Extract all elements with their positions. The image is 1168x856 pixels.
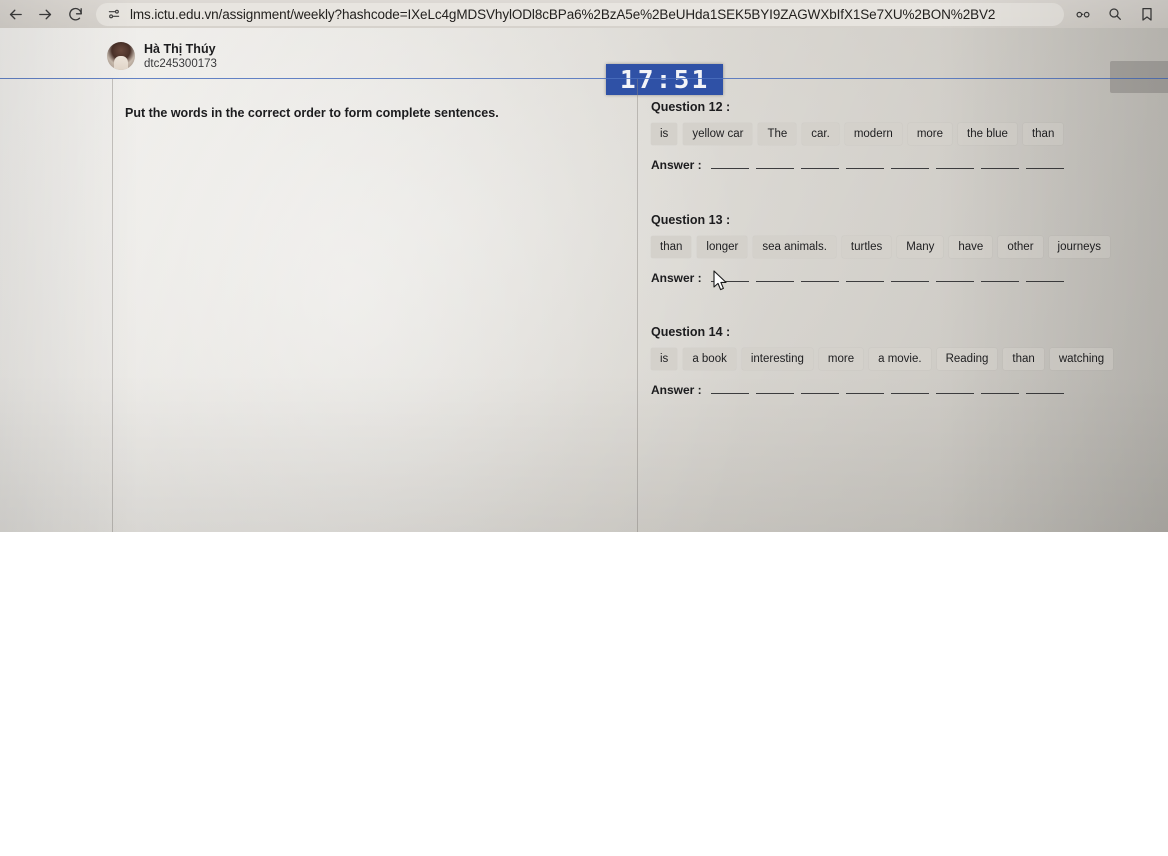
question-title: Question 13 :: [651, 213, 731, 227]
answer-blank[interactable]: [800, 167, 839, 169]
word-tile[interactable]: more: [907, 123, 953, 145]
question-block-12: Question 12 : is yellow car The car. mod…: [651, 100, 1064, 172]
word-tiles: than longer sea animals. turtles Many ha…: [651, 236, 1110, 258]
answer-label: Answer :: [651, 158, 702, 172]
question-block-14: Question 14 : is a book interesting more…: [651, 325, 1114, 397]
answer-blank[interactable]: [890, 392, 929, 394]
word-tile[interactable]: other: [998, 236, 1043, 258]
answer-blank[interactable]: [980, 280, 1019, 282]
user-name: Hà Thị Thúy: [144, 42, 216, 56]
answer-row: Answer :: [651, 271, 1110, 285]
url-text: lms.ictu.edu.vn/assignment/weekly?hashco…: [130, 6, 996, 22]
answer-blank[interactable]: [710, 392, 749, 394]
answer-blank[interactable]: [845, 392, 884, 394]
answer-blank[interactable]: [800, 392, 839, 394]
word-tile[interactable]: modern: [844, 123, 902, 145]
answer-blank[interactable]: [890, 280, 929, 282]
glasses-icon[interactable]: [1068, 1, 1098, 27]
answer-blank[interactable]: [935, 280, 974, 282]
answer-blank[interactable]: [800, 280, 839, 282]
answer-blank[interactable]: [845, 280, 884, 282]
word-tile[interactable]: a movie.: [869, 348, 931, 370]
word-tile[interactable]: is: [651, 123, 678, 145]
word-tile[interactable]: journeys: [1048, 236, 1110, 258]
word-tile[interactable]: yellow car: [683, 123, 753, 145]
photographed-screen-page: lms.ictu.edu.vn/assignment/weekly?hashco…: [0, 0, 1168, 856]
word-tile[interactable]: interesting: [741, 348, 813, 370]
user-profile[interactable]: Hà Thị Thúy dtc245300173: [107, 42, 217, 71]
answer-blank[interactable]: [1025, 280, 1064, 282]
answer-label: Answer :: [651, 271, 702, 285]
question-block-13: Question 13 : than longer sea animals. t…: [651, 213, 1110, 285]
question-title: Question 14 :: [651, 325, 731, 339]
word-tile[interactable]: car.: [802, 123, 839, 145]
word-tile[interactable]: have: [949, 236, 993, 258]
address-bar[interactable]: lms.ictu.edu.vn/assignment/weekly?hashco…: [96, 2, 1064, 26]
word-tile[interactable]: a book: [683, 348, 736, 370]
word-tile[interactable]: turtles: [841, 236, 892, 258]
answer-blank[interactable]: [980, 167, 1019, 169]
question-title: Question 12 :: [651, 100, 731, 114]
lms-header: Hà Thị Thúy dtc245300173 17:51: [0, 28, 1168, 95]
answer-blank[interactable]: [755, 167, 794, 169]
left-column-divider: [112, 79, 113, 532]
word-tile[interactable]: is: [651, 348, 678, 370]
word-tile[interactable]: sea animals.: [753, 236, 836, 258]
reload-icon[interactable]: [60, 1, 90, 27]
answer-blank[interactable]: [845, 167, 884, 169]
word-tile[interactable]: longer: [697, 236, 748, 258]
answer-blank[interactable]: [980, 392, 1019, 394]
word-tile[interactable]: Reading: [936, 348, 998, 370]
answer-blank[interactable]: [710, 280, 749, 282]
top-right-panel[interactable]: [1110, 61, 1168, 93]
browser-toolbar: lms.ictu.edu.vn/assignment/weekly?hashco…: [0, 0, 1168, 28]
forward-arrow-icon[interactable]: [30, 1, 60, 27]
site-settings-icon[interactable]: [104, 5, 124, 23]
answer-blank[interactable]: [1025, 167, 1064, 169]
user-avatar: [107, 42, 135, 71]
word-tile[interactable]: more: [818, 348, 864, 370]
word-tile[interactable]: The: [758, 123, 797, 145]
countdown-timer: 17:51: [606, 64, 723, 95]
word-tile[interactable]: Many: [897, 236, 944, 258]
word-tiles: is yellow car The car. modern more the b…: [651, 123, 1064, 145]
back-arrow-icon[interactable]: [0, 1, 30, 27]
answer-blank[interactable]: [1025, 392, 1064, 394]
answer-blank[interactable]: [935, 167, 974, 169]
user-info: Hà Thị Thúy dtc245300173: [144, 42, 217, 71]
timer-value: 17:51: [619, 65, 710, 94]
answer-row: Answer :: [651, 383, 1113, 397]
bookmark-icon[interactable]: [1132, 1, 1162, 27]
answer-blank[interactable]: [710, 167, 749, 169]
word-tile[interactable]: the blue: [958, 123, 1017, 145]
user-id: dtc245300173: [144, 58, 217, 70]
instruction-text: Put the words in the correct order to fo…: [125, 106, 499, 120]
word-tile[interactable]: than: [1022, 123, 1064, 145]
answer-blank[interactable]: [890, 167, 929, 169]
word-tiles: is a book interesting more a movie. Read…: [651, 348, 1114, 370]
search-icon[interactable]: [1100, 1, 1130, 27]
word-tile[interactable]: watching: [1049, 348, 1114, 370]
word-tile[interactable]: than: [651, 236, 692, 258]
chrome-right-icons: [1068, 1, 1168, 27]
answer-blank[interactable]: [755, 392, 794, 394]
answer-label: Answer :: [651, 383, 702, 397]
word-tile[interactable]: than: [1003, 348, 1044, 370]
center-column-divider: [637, 79, 638, 532]
answer-blank[interactable]: [935, 392, 974, 394]
header-divider: [0, 78, 1168, 80]
answer-row: Answer :: [651, 158, 1064, 172]
answer-blank[interactable]: [755, 280, 794, 282]
